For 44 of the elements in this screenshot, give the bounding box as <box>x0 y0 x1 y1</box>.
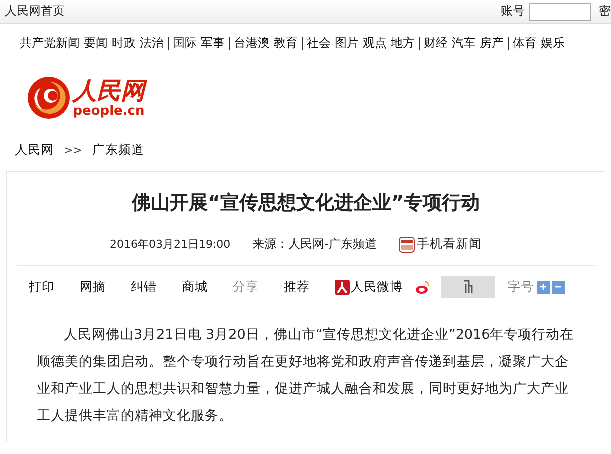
share-widget[interactable] <box>441 276 495 298</box>
nav-link[interactable]: 娱乐 <box>541 37 565 50</box>
publish-date: 2016年03月21日19:00 <box>110 237 231 252</box>
account-input[interactable] <box>529 2 591 20</box>
nav-link[interactable]: 共产党新闻 <box>20 37 80 50</box>
newspaper-icon <box>399 236 416 252</box>
breadcrumb-link[interactable]: 人民网 <box>15 142 54 159</box>
nav-link[interactable]: 房产 <box>480 37 504 50</box>
mobile-news-link[interactable]: 手机看新闻 <box>399 236 482 253</box>
nav-link[interactable]: 军事 <box>201 37 225 50</box>
logo-name: 人民网 <box>73 77 145 105</box>
font-size-label: 字号 <box>508 278 534 296</box>
nav-link[interactable]: 体育 <box>508 37 537 50</box>
sina-weibo-icon[interactable] <box>415 280 431 294</box>
nav-link[interactable]: 地方 <box>391 37 415 50</box>
article-source: 来源：人民网-广东频道 <box>252 236 378 253</box>
toolbar-link[interactable]: 推荐 <box>284 278 310 296</box>
nav-link[interactable]: 财经 <box>419 37 448 50</box>
nav-link[interactable]: 社会 <box>302 37 331 50</box>
breadcrumb-separator: >> <box>64 144 82 157</box>
nav-link[interactable]: 图片 <box>335 37 359 50</box>
nav-link[interactable]: 时政 <box>112 37 136 50</box>
weibo-link[interactable]: 人民微博 <box>335 278 403 296</box>
home-link[interactable]: 人民网首页 <box>5 3 65 20</box>
nav-link[interactable]: 台港澳 <box>229 37 270 50</box>
nav-link[interactable]: 法治 <box>140 37 164 50</box>
nav-link[interactable]: 观点 <box>363 37 387 50</box>
breadcrumb-link[interactable]: 广东频道 <box>92 142 144 159</box>
logo-domain: people.cn <box>73 105 145 119</box>
account-label: 账号 <box>501 3 525 20</box>
toolbar-link[interactable]: 网摘 <box>80 278 106 296</box>
password-label: 密 <box>599 3 611 20</box>
logo-emblem-icon <box>27 76 71 120</box>
nav-link[interactable]: 汽车 <box>452 37 476 50</box>
article-title: 佛山开展“宣传思想文化进企业”专项行动 <box>130 191 481 216</box>
toolbar-link[interactable]: 纠错 <box>131 278 157 296</box>
nav-link[interactable]: 教育 <box>274 37 298 50</box>
share-label: 分享 <box>233 278 259 296</box>
toolbar-link[interactable]: 商城 <box>182 278 208 296</box>
article-paragraph: 人民网佛山3月21日电 3月20日，佛山市“宣传思想文化进企业”2016年专项行动在顺德美的集团启动。整个专项行动旨在更好地将党和政府声音传递到基层，凝聚广大企业和产业工人的思想共识和智慧力量，促进产城人融合和发展，同时更好地为广大产业工人提供丰富的精神文化服务。 <box>37 326 575 426</box>
toolbar-link[interactable]: 打印 <box>29 278 55 296</box>
nav-link[interactable]: 要闻 <box>84 37 108 50</box>
person-glyph-icon <box>335 280 350 294</box>
nav-link[interactable]: 国际 <box>168 37 197 50</box>
